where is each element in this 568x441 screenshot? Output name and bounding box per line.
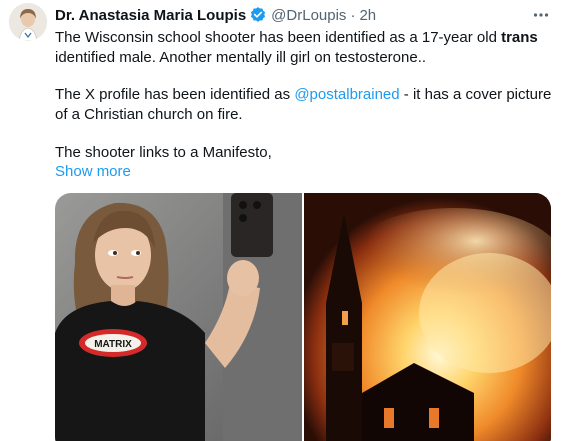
shirt-logo-text: MATRIX	[94, 339, 132, 350]
mention-link[interactable]: @postalbrained	[294, 86, 399, 103]
author-handle[interactable]: @DrLoupis	[271, 7, 346, 24]
post-text-line-4: of a Christian church on fire.	[55, 106, 243, 123]
show-more-link[interactable]: Show more	[55, 162, 555, 182]
post-text-line-1: The Wisconsin school shooter has been id…	[55, 29, 538, 46]
verified-badge-icon[interactable]	[249, 6, 267, 24]
post-timestamp[interactable]: 2h	[359, 7, 376, 24]
post-text-line-2: identified male. Another mentally ill gi…	[55, 49, 427, 66]
post-text-line-3: The X profile has been identified as @po…	[55, 86, 552, 103]
bold-word: trans	[501, 29, 538, 46]
tweet-header: Dr. Anastasia Maria Loupis @DrLoupis · 2…	[55, 4, 376, 26]
post-text-line-5: The shooter links to a Manifesto,	[55, 144, 272, 161]
header-separator: ·	[350, 6, 356, 24]
avatar[interactable]	[9, 3, 47, 41]
media-image-church-fire[interactable]	[304, 193, 551, 441]
tweet[interactable]: Dr. Anastasia Maria Loupis @DrLoupis · 2…	[0, 0, 568, 441]
media-image-selfie[interactable]: MATRIX	[55, 193, 302, 441]
author-display-name[interactable]: Dr. Anastasia Maria Loupis	[55, 7, 246, 24]
more-options-icon[interactable]	[532, 6, 550, 24]
media-grid: MATRIX	[55, 193, 551, 441]
